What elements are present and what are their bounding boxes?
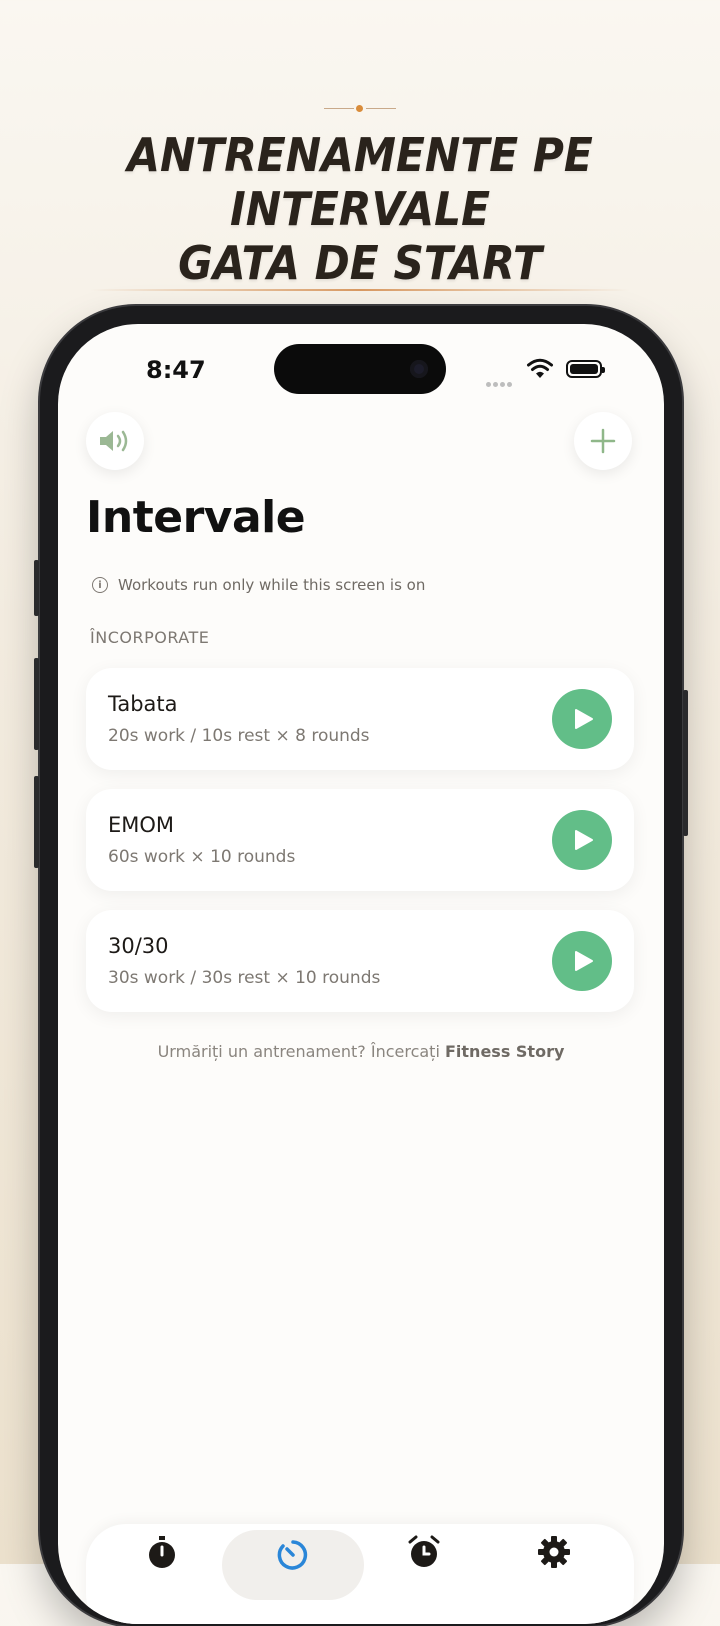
- promo-headline: ANTRENAMENTE PE INTERVALE GATA DE START: [29, 128, 691, 290]
- phone-volume-up: [34, 658, 39, 750]
- phone-mute-switch: [34, 560, 39, 616]
- promo-headline-line2: GATA DE START: [178, 236, 542, 290]
- sound-toggle-button[interactable]: [86, 412, 144, 470]
- battery-icon: [566, 360, 605, 378]
- tab-stopwatch[interactable]: [142, 1532, 182, 1572]
- workout-description: 20s work / 10s rest × 8 rounds: [108, 726, 370, 746]
- fitness-story-promo: Urmăriți un antrenament? Încercați Fitne…: [58, 1042, 664, 1061]
- gear-icon: [538, 1536, 570, 1568]
- plus-icon: [590, 428, 616, 454]
- workout-card-tabata[interactable]: Tabata 20s work / 10s rest × 8 rounds: [86, 668, 634, 770]
- interval-timer-icon: [277, 1540, 308, 1570]
- workout-name: 30/30: [108, 934, 169, 958]
- tab-settings[interactable]: [534, 1532, 574, 1572]
- camera-icon: [410, 360, 428, 378]
- add-workout-button[interactable]: [574, 412, 632, 470]
- promo-headline-line1: ANTRENAMENTE PE INTERVALE: [127, 128, 593, 236]
- play-button[interactable]: [552, 931, 612, 991]
- wifi-icon: [527, 358, 553, 378]
- play-button[interactable]: [552, 689, 612, 749]
- play-icon: [575, 830, 593, 850]
- phone-volume-down: [34, 776, 39, 868]
- play-icon: [575, 709, 593, 729]
- workout-name: EMOM: [108, 813, 175, 837]
- alarm-clock-icon: [408, 1535, 440, 1567]
- stopwatch-icon: [149, 1536, 175, 1568]
- tab-alarm[interactable]: [404, 1532, 444, 1572]
- promo-prefix: Urmăriți un antrenament? Încercați: [157, 1042, 440, 1061]
- section-header-builtin: ÎNCORPORATE: [90, 628, 210, 647]
- dynamic-island: [274, 344, 446, 394]
- play-icon: [575, 951, 593, 971]
- cellular-signal-icon: [486, 372, 514, 391]
- screen-on-notice: i Workouts run only while this screen is…: [92, 576, 425, 594]
- tab-intervals[interactable]: [273, 1532, 313, 1572]
- app-screen: 8:47 Intervale i Workouts run only while…: [58, 324, 664, 1624]
- headline-divider: [90, 289, 630, 291]
- page-title: Intervale: [86, 492, 306, 543]
- workout-card-emom[interactable]: EMOM 60s work × 10 rounds: [86, 789, 634, 891]
- workout-description: 60s work × 10 rounds: [108, 847, 296, 867]
- status-time: 8:47: [146, 356, 206, 384]
- speaker-icon: [100, 430, 128, 452]
- workout-card-30-30[interactable]: 30/30 30s work / 30s rest × 10 rounds: [86, 910, 634, 1012]
- workout-description: 30s work / 30s rest × 10 rounds: [108, 968, 381, 988]
- phone-frame: 8:47 Intervale i Workouts run only while…: [34, 306, 688, 1626]
- play-button[interactable]: [552, 810, 612, 870]
- info-icon: i: [92, 577, 108, 593]
- phone-power-button: [683, 690, 688, 836]
- workout-name: Tabata: [108, 692, 178, 716]
- fitness-story-link[interactable]: Fitness Story: [445, 1042, 564, 1061]
- tab-bar: [86, 1524, 634, 1624]
- headline-ornament: [320, 104, 400, 114]
- notice-text: Workouts run only while this screen is o…: [118, 576, 426, 594]
